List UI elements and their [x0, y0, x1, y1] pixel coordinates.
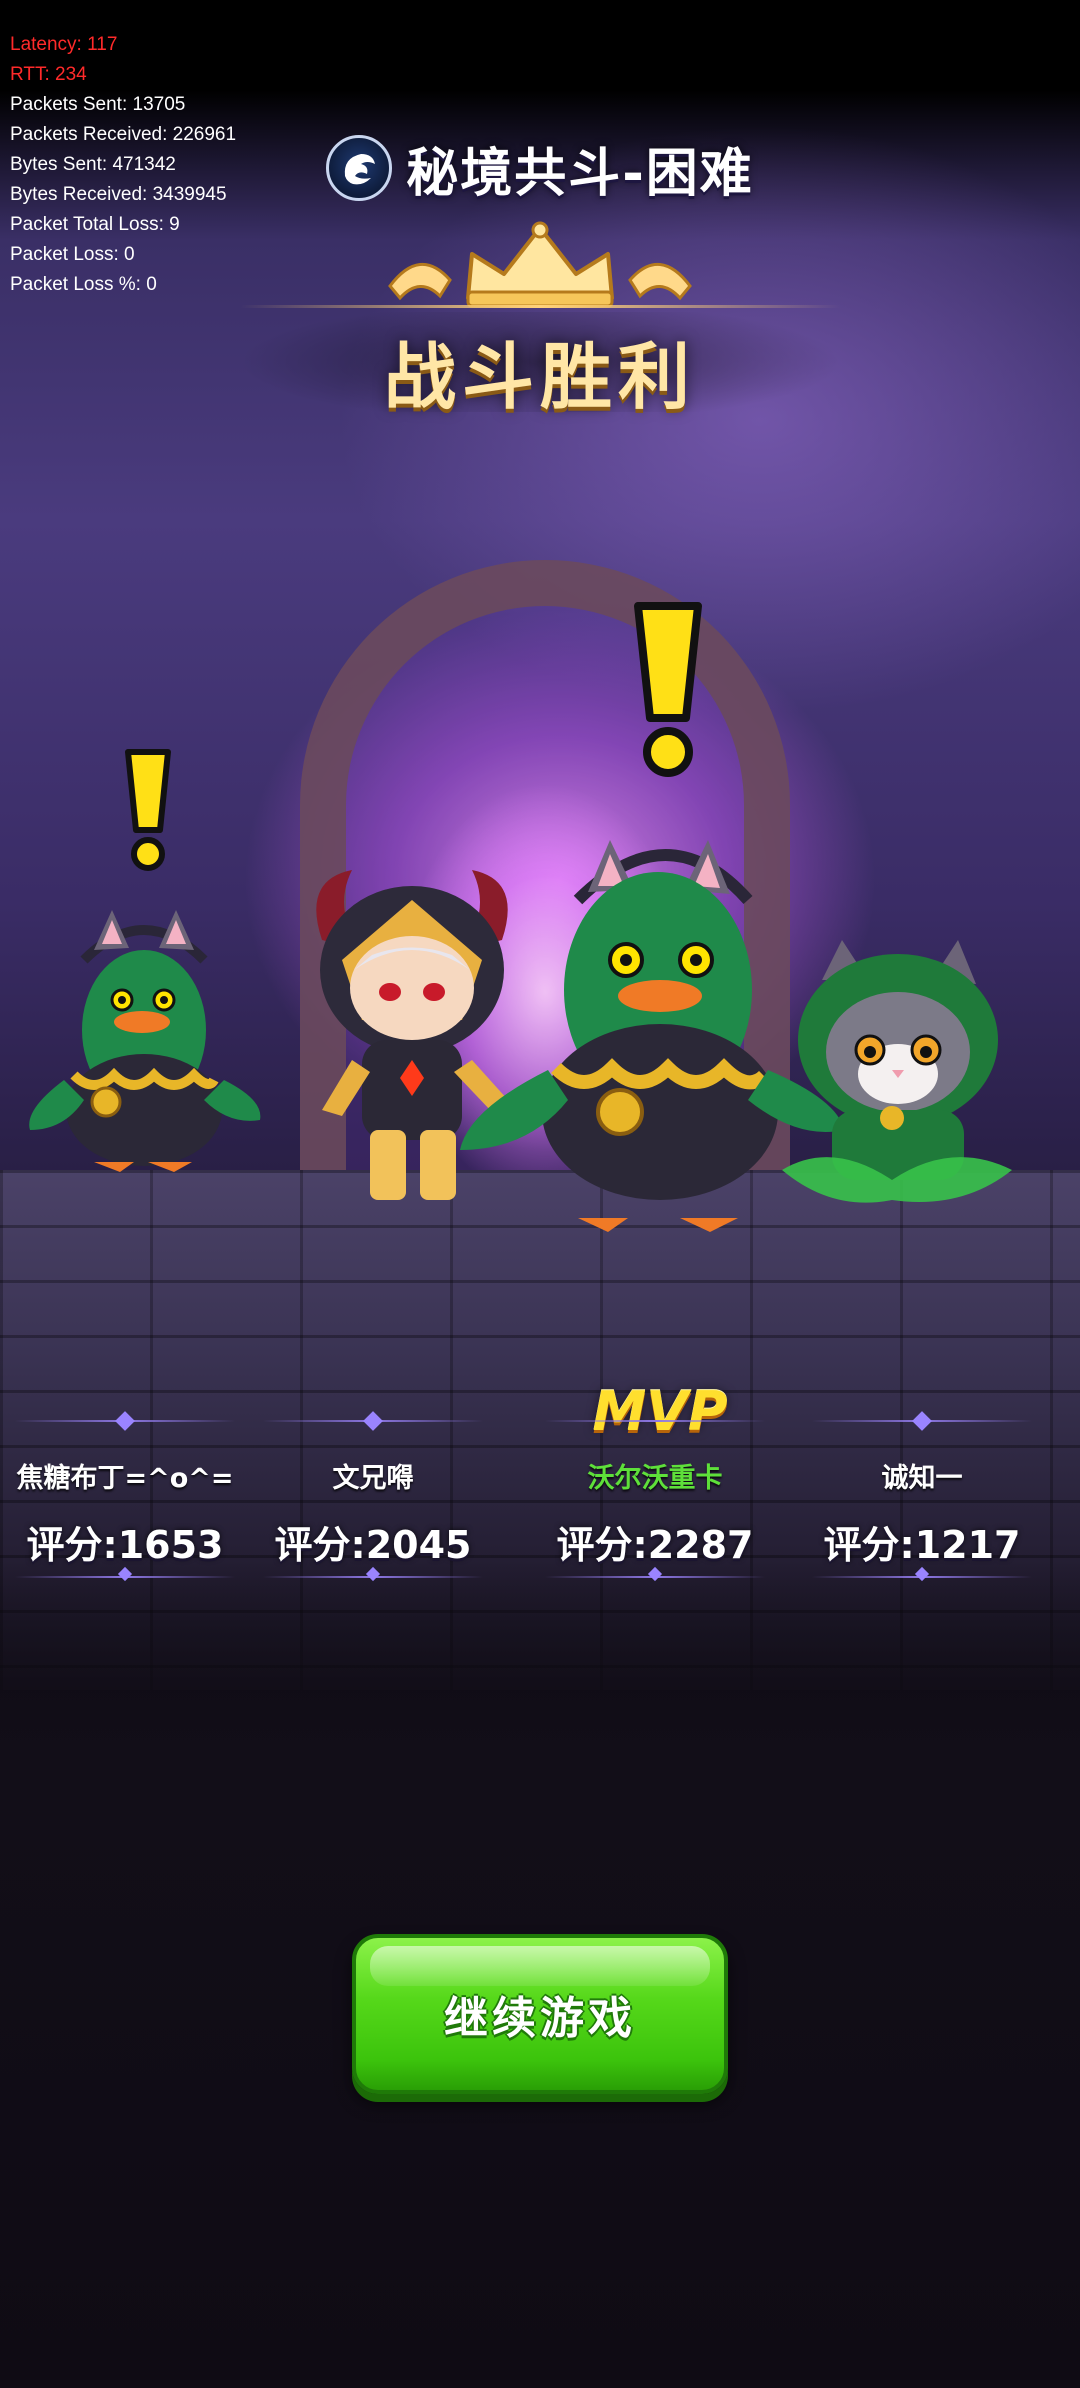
- mode-title: 秘境共斗-困难: [406, 143, 754, 204]
- player-card-mvp: 沃尔沃重卡 评分:2287: [530, 1398, 780, 1598]
- player-name: 沃尔沃重卡: [587, 1463, 723, 1494]
- diamond-icon: [117, 1566, 133, 1582]
- rtt-stat: RTT: 234: [10, 64, 87, 85]
- continue-game-label: 继续游戏: [444, 1993, 636, 2044]
- packets-sent-stat: Packets Sent: 13705: [10, 94, 186, 115]
- diamond-icon: [115, 1411, 135, 1431]
- player-score-list: 焦糖布丁=^o^= 评分:1653 文兄嘚 评分:2045 沃尔沃重卡 评分:2…: [0, 1398, 1080, 1598]
- player-name: 焦糖布丁=^o^=: [16, 1463, 234, 1494]
- player-score: 评分:2287: [556, 1523, 754, 1567]
- diamond-icon: [647, 1566, 663, 1582]
- packet-loss-pct-stat: Packet Loss %: 0: [10, 274, 157, 295]
- player-card: 焦糖布丁=^o^= 评分:1653: [0, 1398, 250, 1598]
- diamond-icon: [363, 1411, 383, 1431]
- exclamation-icon: [125, 749, 171, 871]
- crown-icon: [388, 221, 692, 308]
- packet-loss-stat: Packet Loss: 0: [10, 244, 135, 265]
- diamond-icon: [912, 1411, 932, 1431]
- green-duck-character: [29, 910, 261, 1172]
- player-name: 文兄嘚: [332, 1463, 414, 1494]
- diamond-icon: [914, 1566, 930, 1582]
- mode-header: 秘境共斗-困难: [0, 128, 1080, 208]
- player-name: 诚知一: [881, 1463, 963, 1494]
- title-divider: [240, 305, 840, 308]
- player-score: 评分:1217: [823, 1523, 1021, 1567]
- exclamation-icon: [634, 602, 702, 777]
- latency-stat: Latency: 117: [10, 34, 118, 55]
- dragon-emblem-icon: [326, 135, 393, 201]
- result-title: 战斗胜利: [383, 335, 696, 419]
- player-card: 文兄嘚 评分:2045: [248, 1398, 498, 1598]
- player-score: 评分:1653: [26, 1523, 224, 1567]
- packet-total-loss-stat: Packet Total Loss: 9: [10, 214, 180, 235]
- player-score: 评分:2045: [274, 1523, 472, 1567]
- diamond-icon: [365, 1566, 381, 1582]
- button-shine: [370, 1946, 710, 1986]
- card-divider-top: [545, 1420, 765, 1422]
- player-card: 诚知一 评分:1217: [797, 1398, 1047, 1598]
- continue-game-button[interactable]: 继续游戏: [352, 1934, 728, 2094]
- hooded-cat-character: [782, 940, 1012, 1203]
